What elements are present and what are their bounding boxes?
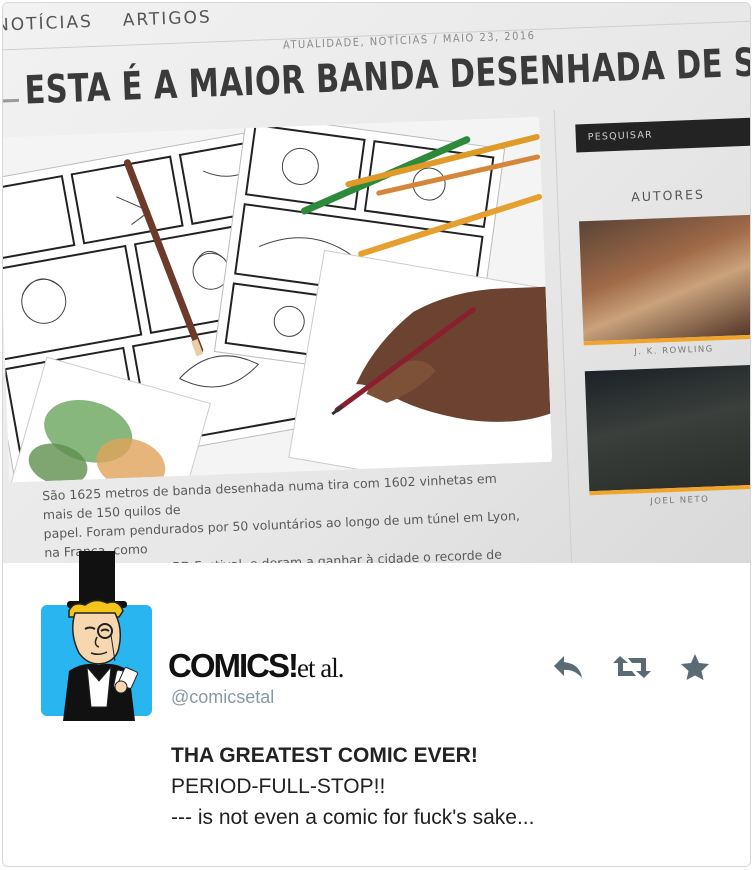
favorite-icon[interactable] [680,653,710,681]
tweet-card: NOTÍCIAS ARTIGOS ATUALIDADE, NOTÍCIAS / … [2,2,751,867]
tweet-text-line: --- is not even a comic for fuck's sake.… [171,806,535,829]
nav-item-artigos: ARTIGOS [122,7,213,31]
article-excerpt: São 1625 metros de banda desenhada numa … [42,468,526,563]
headline-dash [3,98,20,103]
account-name-suffix: et al. [297,653,344,683]
author-name: JOEL NETO [650,494,710,507]
avatar-character-icon [41,551,152,721]
site-nav: NOTÍCIAS ARTIGOS [3,3,213,48]
site-sidebar: PESQUISAR AUTORES J. K. ROWLING JOEL NET… [553,102,750,563]
post-meta: ATUALIDADE, NOTÍCIAS / MAIO 23, 2016 [282,28,536,52]
account-name-main: COMICS! [168,647,299,684]
author-card: J. K. ROWLING [579,214,750,360]
authors-heading: AUTORES [630,186,706,205]
account-handle[interactable]: @comicsetal [171,687,274,708]
tweet-body: COMICS!et al. @comicsetal THA GREATEST C… [3,551,750,866]
account-name[interactable]: COMICS!et al. [168,647,344,685]
retweet-icon[interactable] [612,654,652,680]
nav-item-noticias: NOTÍCIAS [3,11,94,36]
sidebar-search: PESQUISAR [575,117,750,153]
tweet-photo[interactable]: NOTÍCIAS ARTIGOS ATUALIDADE, NOTÍCIAS / … [3,3,750,563]
author-photo [579,214,750,342]
reply-icon[interactable] [552,654,584,680]
comic-artwork-image [3,116,553,483]
author-name: J. K. ROWLING [634,344,714,358]
author-card: JOEL NETO [584,364,750,509]
tweet-text-line: THA GREATEST COMIC EVER! [171,744,478,767]
tweet-actions [552,653,710,681]
monitor-screen: NOTÍCIAS ARTIGOS ATUALIDADE, NOTÍCIAS / … [3,3,750,563]
tweet-text-line: PERIOD-FULL-STOP!! [171,775,386,798]
author-photo [584,364,750,492]
tweet-text: THA GREATEST COMIC EVER! PERIOD-FULL-STO… [171,740,534,833]
